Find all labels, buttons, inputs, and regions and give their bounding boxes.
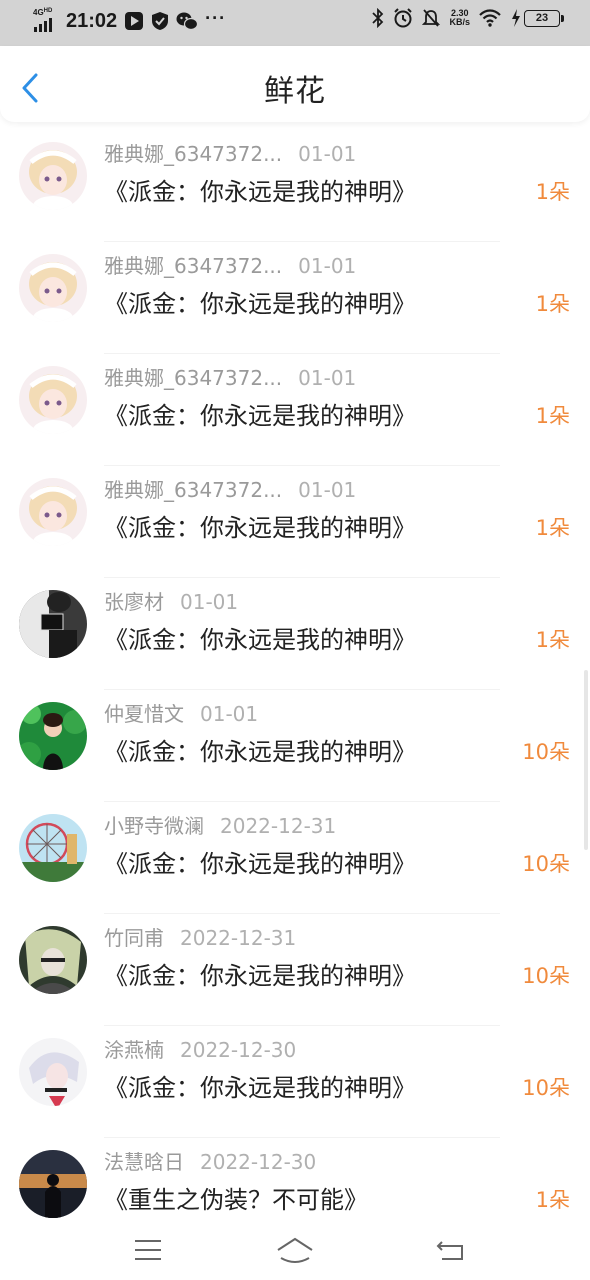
sunset-photo-avatar[interactable] bbox=[19, 1150, 87, 1218]
anime-girl-avatar[interactable] bbox=[19, 478, 87, 546]
user-name[interactable]: 雅典娜_6347372... bbox=[104, 478, 282, 502]
flower-count: 10朵 bbox=[522, 852, 570, 876]
list-item[interactable]: 雅典娜_6347372... 01-01 《派金：你永远是我的神明》 1朵 bbox=[0, 130, 590, 242]
anime-girl-avatar[interactable] bbox=[19, 366, 87, 434]
video-app-icon bbox=[124, 11, 144, 31]
anime-girl-avatar[interactable] bbox=[19, 142, 87, 210]
flower-count: 1朵 bbox=[535, 292, 570, 316]
battery-icon: 23 bbox=[524, 9, 564, 27]
book-title[interactable]: 《重生之伪装？不可能》 bbox=[104, 1180, 368, 1215]
ferris-wheel-avatar[interactable] bbox=[19, 814, 87, 882]
book-title[interactable]: 《派金：你永远是我的神明》 bbox=[104, 284, 416, 319]
record-date: 01-01 bbox=[298, 366, 357, 390]
flower-count: 1朵 bbox=[535, 180, 570, 204]
flower-count: 1朵 bbox=[535, 404, 570, 428]
record-date: 01-01 bbox=[298, 254, 357, 278]
alarm-icon bbox=[393, 8, 413, 28]
list-item[interactable]: 小野寺微澜 2022-12-31 《派金：你永远是我的神明》 10朵 bbox=[0, 802, 590, 914]
mute-icon bbox=[422, 8, 441, 28]
record-date: 2022-12-30 bbox=[180, 1038, 297, 1062]
wifi-icon bbox=[478, 8, 502, 28]
dark-anime-avatar[interactable] bbox=[19, 926, 87, 994]
list-item[interactable]: 涂燕楠 2022-12-30 《派金：你永远是我的神明》 10朵 bbox=[0, 1026, 590, 1138]
flower-count: 10朵 bbox=[522, 740, 570, 764]
record-date: 01-01 bbox=[200, 702, 259, 726]
flower-count: 10朵 bbox=[522, 1076, 570, 1100]
system-nav-bar bbox=[0, 1220, 590, 1280]
list-item[interactable]: 竹同甫 2022-12-31 《派金：你永远是我的神明》 10朵 bbox=[0, 914, 590, 1026]
record-date: 2022-12-30 bbox=[200, 1150, 317, 1174]
flower-count: 1朵 bbox=[535, 516, 570, 540]
white-hair-avatar[interactable] bbox=[19, 1038, 87, 1106]
user-name[interactable]: 竹同甫 bbox=[104, 926, 164, 950]
scrollbar[interactable] bbox=[584, 670, 588, 850]
list-item[interactable]: 雅典娜_6347372... 01-01 《派金：你永远是我的神明》 1朵 bbox=[0, 242, 590, 354]
user-name[interactable]: 仲夏惜文 bbox=[104, 702, 184, 726]
flower-count: 1朵 bbox=[535, 628, 570, 652]
user-name[interactable]: 雅典娜_6347372... bbox=[104, 254, 282, 278]
status-time: 21:02 bbox=[66, 9, 118, 32]
page-title: 鲜花 bbox=[264, 74, 326, 109]
wechat-icon bbox=[176, 11, 199, 31]
charging-icon bbox=[511, 8, 521, 28]
list-item[interactable]: 雅典娜_6347372... 01-01 《派金：你永远是我的神明》 1朵 bbox=[0, 466, 590, 578]
book-title[interactable]: 《派金：你永远是我的神明》 bbox=[104, 396, 416, 431]
more-dots-icon: ··· bbox=[205, 7, 227, 28]
record-date: 01-01 bbox=[298, 142, 357, 166]
user-name[interactable]: 涂燕楠 bbox=[104, 1038, 164, 1062]
user-name[interactable]: 雅典娜_6347372... bbox=[104, 366, 282, 390]
dark-photo-avatar[interactable] bbox=[19, 590, 87, 658]
menu-button[interactable] bbox=[124, 1232, 172, 1268]
record-date: 2022-12-31 bbox=[220, 814, 337, 838]
flower-records-list: 雅典娜_6347372... 01-01 《派金：你永远是我的神明》 1朵 雅典娜… bbox=[0, 130, 590, 1250]
book-title[interactable]: 《派金：你永远是我的神明》 bbox=[104, 508, 416, 543]
user-name[interactable]: 张廖材 bbox=[104, 590, 164, 614]
page-header: 鲜花 bbox=[0, 46, 590, 122]
flower-count: 1朵 bbox=[535, 1188, 570, 1212]
signal-icon: 4GHD bbox=[32, 8, 60, 33]
flower-count: 10朵 bbox=[522, 964, 570, 988]
green-photo-avatar[interactable] bbox=[19, 702, 87, 770]
book-title[interactable]: 《派金：你永远是我的神明》 bbox=[104, 1068, 416, 1103]
book-title[interactable]: 《派金：你永远是我的神明》 bbox=[104, 844, 416, 879]
book-title[interactable]: 《派金：你永远是我的神明》 bbox=[104, 172, 416, 207]
record-date: 01-01 bbox=[180, 590, 239, 614]
menu-icon bbox=[135, 1240, 161, 1260]
back-arrow-icon bbox=[436, 1241, 463, 1260]
book-title[interactable]: 《派金：你永远是我的神明》 bbox=[104, 956, 416, 991]
net-speed: 2.30 KB/s bbox=[449, 8, 470, 27]
book-title[interactable]: 《派金：你永远是我的神明》 bbox=[104, 732, 416, 767]
user-name[interactable]: 法慧晗日 bbox=[104, 1150, 184, 1174]
home-button[interactable] bbox=[271, 1232, 319, 1268]
home-icon bbox=[277, 1237, 313, 1263]
record-date: 01-01 bbox=[298, 478, 357, 502]
user-name[interactable]: 雅典娜_6347372... bbox=[104, 142, 282, 166]
user-name[interactable]: 小野寺微澜 bbox=[104, 814, 204, 838]
list-item[interactable]: 仲夏惜文 01-01 《派金：你永远是我的神明》 10朵 bbox=[0, 690, 590, 802]
bluetooth-icon bbox=[372, 8, 384, 28]
record-date: 2022-12-31 bbox=[180, 926, 297, 950]
book-title[interactable]: 《派金：你永远是我的神明》 bbox=[104, 620, 416, 655]
list-item[interactable]: 雅典娜_6347372... 01-01 《派金：你永远是我的神明》 1朵 bbox=[0, 354, 590, 466]
anime-girl-avatar[interactable] bbox=[19, 254, 87, 322]
shield-icon bbox=[151, 11, 169, 31]
back-nav-button[interactable] bbox=[426, 1232, 474, 1268]
list-item[interactable]: 张廖材 01-01 《派金：你永远是我的神明》 1朵 bbox=[0, 578, 590, 690]
status-bar: 4GHD 21:02 ··· 2.30 KB/s 23 bbox=[0, 0, 590, 46]
